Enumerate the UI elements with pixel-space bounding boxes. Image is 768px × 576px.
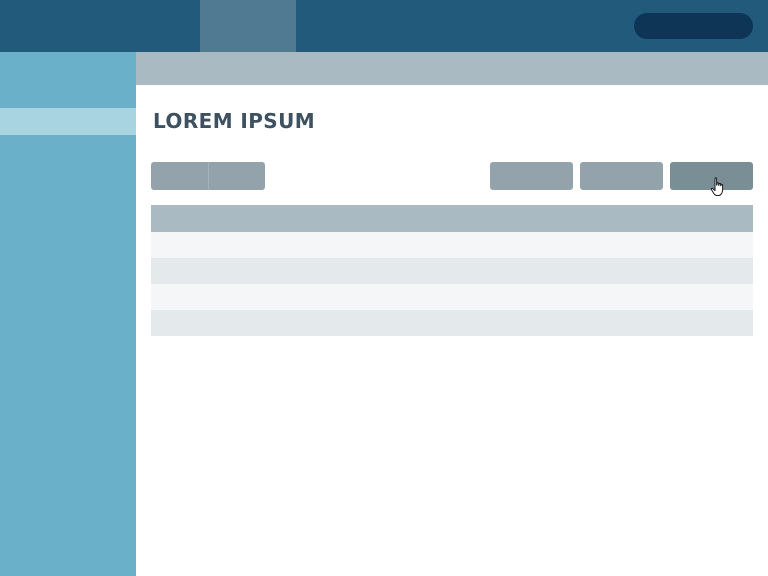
segment-button-right[interactable] [208, 162, 265, 190]
app-window: LOREM IPSUM [0, 0, 768, 576]
hand-pointer-icon [710, 177, 724, 196]
segmented-button-group [151, 162, 265, 190]
table-row[interactable] [151, 232, 753, 258]
table-row[interactable] [151, 310, 753, 336]
data-table [151, 205, 753, 336]
page-title: LOREM IPSUM [153, 109, 316, 133]
table-row[interactable] [151, 284, 753, 310]
sidebar [0, 52, 136, 576]
action-button-2[interactable] [580, 162, 663, 190]
action-button-1[interactable] [490, 162, 573, 190]
top-search-pill[interactable] [634, 13, 753, 39]
table-row[interactable] [151, 258, 753, 284]
content-header-strip [136, 52, 768, 85]
sidebar-item-active[interactable] [0, 108, 136, 135]
top-nav-tab-active[interactable] [200, 0, 296, 52]
table-header [151, 205, 753, 232]
top-navigation-bar [0, 0, 768, 52]
segment-button-left[interactable] [151, 162, 208, 190]
